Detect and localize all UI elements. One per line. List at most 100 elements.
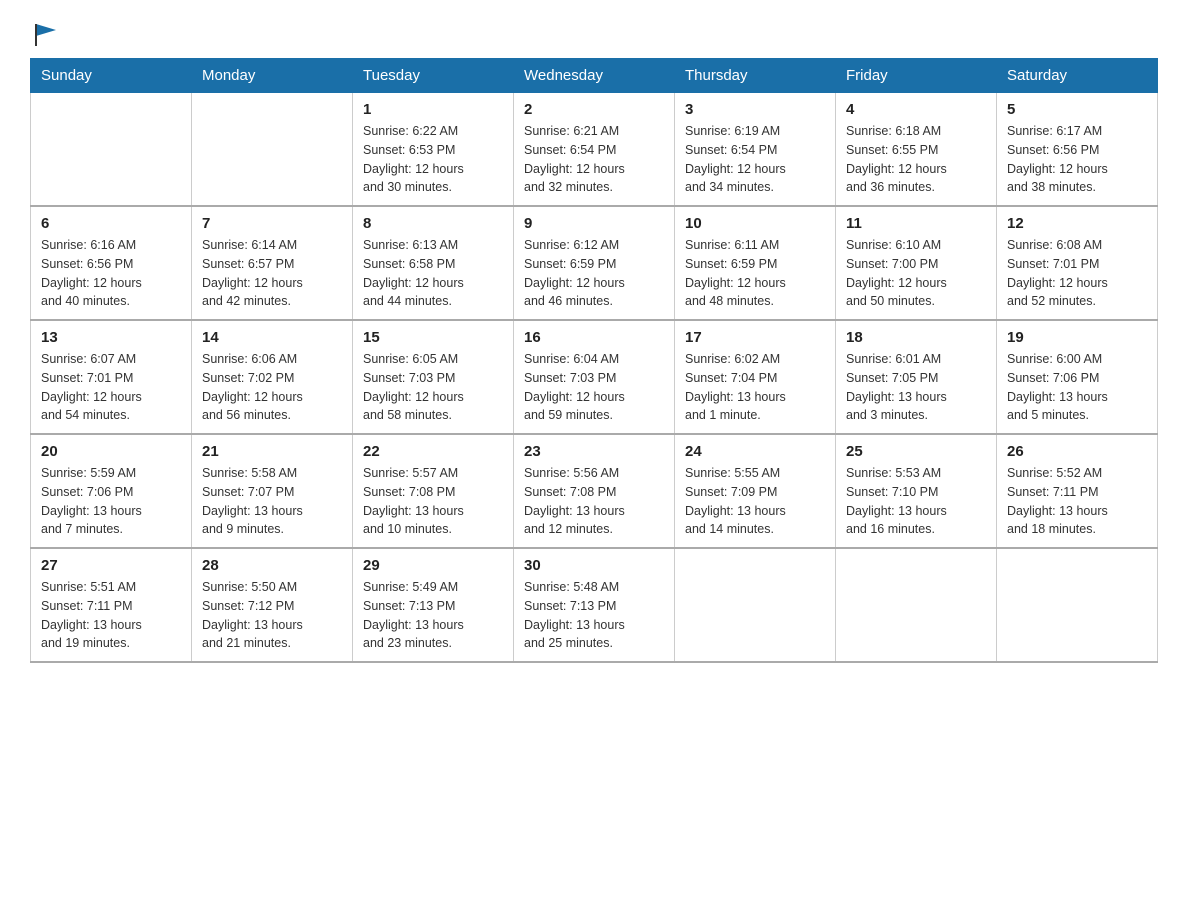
day-number: 5 [1007, 101, 1147, 118]
calendar-cell: 19Sunrise: 6:00 AM Sunset: 7:06 PM Dayli… [997, 320, 1158, 434]
calendar-cell: 15 Sunrise: 6:05 AM Sunset: 7:03 PM Dayli… [353, 320, 514, 434]
calendar-week-row: 27 Sunrise: 5:51 AM Sunset: 7:11 PM Dayli… [31, 548, 1158, 662]
day-number: 14 [202, 329, 342, 346]
day-number: 15 [363, 329, 503, 346]
day-info: Sunrise: 6:01 AM Sunset: 7:05 PM Dayligh… [846, 350, 986, 425]
calendar-cell: 7 Sunrise: 6:14 AM Sunset: 6:57 PM Daylig… [192, 206, 353, 320]
day-number: 8 [363, 215, 503, 232]
day-info: Sunrise: 5:52 AM Sunset: 7:11 PM Dayligh… [1007, 464, 1147, 539]
day-info: Sunrise: 6:05 AM Sunset: 7:03 PM Dayligh… [363, 350, 503, 425]
calendar-cell: 28 Sunrise: 5:50 AM Sunset: 7:12 PM Dayli… [192, 548, 353, 662]
calendar-cell: 14 Sunrise: 6:06 AM Sunset: 7:02 PM Dayli… [192, 320, 353, 434]
calendar-cell: 24 Sunrise: 5:55 AM Sunset: 7:09 PM Dayli… [675, 434, 836, 548]
weekday-header-sunday: Sunday [31, 59, 192, 93]
day-number: 29 [363, 557, 503, 574]
day-info: Sunrise: 6:19 AM Sunset: 6:54 PM Dayligh… [685, 122, 825, 197]
logo-flag-icon [32, 20, 60, 48]
day-info: Sunrise: 6:18 AM Sunset: 6:55 PM Dayligh… [846, 122, 986, 197]
calendar-cell: 10Sunrise: 6:11 AM Sunset: 6:59 PM Dayli… [675, 206, 836, 320]
day-number: 22 [363, 443, 503, 460]
day-number: 11 [846, 215, 986, 232]
weekday-header-tuesday: Tuesday [353, 59, 514, 93]
calendar-cell [836, 548, 997, 662]
weekday-header-friday: Friday [836, 59, 997, 93]
day-number: 1 [363, 101, 503, 118]
day-number: 19 [1007, 329, 1147, 346]
day-info: Sunrise: 6:02 AM Sunset: 7:04 PM Dayligh… [685, 350, 825, 425]
calendar-cell: 1 Sunrise: 6:22 AM Sunset: 6:53 PM Daylig… [353, 93, 514, 207]
day-info: Sunrise: 6:14 AM Sunset: 6:57 PM Dayligh… [202, 236, 342, 311]
day-info: Sunrise: 6:12 AM Sunset: 6:59 PM Dayligh… [524, 236, 664, 311]
calendar-cell: 18 Sunrise: 6:01 AM Sunset: 7:05 PM Dayli… [836, 320, 997, 434]
day-info: Sunrise: 6:13 AM Sunset: 6:58 PM Dayligh… [363, 236, 503, 311]
calendar-cell: 21Sunrise: 5:58 AM Sunset: 7:07 PM Dayli… [192, 434, 353, 548]
calendar-cell: 5 Sunrise: 6:17 AM Sunset: 6:56 PM Daylig… [997, 93, 1158, 207]
calendar-cell: 17 Sunrise: 6:02 AM Sunset: 7:04 PM Dayli… [675, 320, 836, 434]
day-info: Sunrise: 5:50 AM Sunset: 7:12 PM Dayligh… [202, 578, 342, 653]
day-number: 16 [524, 329, 664, 346]
day-info: Sunrise: 6:21 AM Sunset: 6:54 PM Dayligh… [524, 122, 664, 197]
weekday-header-row: SundayMondayTuesdayWednesdayThursdayFrid… [31, 59, 1158, 93]
day-number: 25 [846, 443, 986, 460]
day-number: 6 [41, 215, 181, 232]
day-number: 9 [524, 215, 664, 232]
calendar-cell: 2 Sunrise: 6:21 AM Sunset: 6:54 PM Daylig… [514, 93, 675, 207]
day-info: Sunrise: 6:07 AM Sunset: 7:01 PM Dayligh… [41, 350, 181, 425]
day-info: Sunrise: 5:58 AM Sunset: 7:07 PM Dayligh… [202, 464, 342, 539]
calendar-cell: 25 Sunrise: 5:53 AM Sunset: 7:10 PM Dayli… [836, 434, 997, 548]
calendar-cell: 26 Sunrise: 5:52 AM Sunset: 7:11 PM Dayli… [997, 434, 1158, 548]
calendar-cell: 23Sunrise: 5:56 AM Sunset: 7:08 PM Dayli… [514, 434, 675, 548]
day-number: 28 [202, 557, 342, 574]
day-number: 24 [685, 443, 825, 460]
calendar-cell [997, 548, 1158, 662]
day-number: 3 [685, 101, 825, 118]
calendar-cell: 9 Sunrise: 6:12 AM Sunset: 6:59 PM Daylig… [514, 206, 675, 320]
calendar-cell: 29 Sunrise: 5:49 AM Sunset: 7:13 PM Dayli… [353, 548, 514, 662]
day-number: 26 [1007, 443, 1147, 460]
day-info: Sunrise: 5:49 AM Sunset: 7:13 PM Dayligh… [363, 578, 503, 653]
calendar-cell: 8 Sunrise: 6:13 AM Sunset: 6:58 PM Daylig… [353, 206, 514, 320]
calendar-cell: 6 Sunrise: 6:16 AM Sunset: 6:56 PM Daylig… [31, 206, 192, 320]
calendar-week-row: 1 Sunrise: 6:22 AM Sunset: 6:53 PM Daylig… [31, 93, 1158, 207]
day-info: Sunrise: 5:53 AM Sunset: 7:10 PM Dayligh… [846, 464, 986, 539]
day-info: Sunrise: 5:55 AM Sunset: 7:09 PM Dayligh… [685, 464, 825, 539]
day-number: 12 [1007, 215, 1147, 232]
logo [30, 20, 60, 48]
weekday-header-thursday: Thursday [675, 59, 836, 93]
day-number: 7 [202, 215, 342, 232]
calendar-cell [675, 548, 836, 662]
weekday-header-wednesday: Wednesday [514, 59, 675, 93]
calendar-cell: 13 Sunrise: 6:07 AM Sunset: 7:01 PM Dayli… [31, 320, 192, 434]
day-number: 13 [41, 329, 181, 346]
day-info: Sunrise: 6:22 AM Sunset: 6:53 PM Dayligh… [363, 122, 503, 197]
day-number: 27 [41, 557, 181, 574]
day-number: 2 [524, 101, 664, 118]
day-number: 17 [685, 329, 825, 346]
calendar-table: SundayMondayTuesdayWednesdayThursdayFrid… [30, 58, 1158, 663]
day-info: Sunrise: 5:57 AM Sunset: 7:08 PM Dayligh… [363, 464, 503, 539]
day-info: Sunrise: 6:17 AM Sunset: 6:56 PM Dayligh… [1007, 122, 1147, 197]
day-info: Sunrise: 6:08 AM Sunset: 7:01 PM Dayligh… [1007, 236, 1147, 311]
weekday-header-monday: Monday [192, 59, 353, 93]
calendar-cell: 16 Sunrise: 6:04 AM Sunset: 7:03 PM Dayli… [514, 320, 675, 434]
calendar-cell: 27 Sunrise: 5:51 AM Sunset: 7:11 PM Dayli… [31, 548, 192, 662]
day-number: 10 [685, 215, 825, 232]
day-info: Sunrise: 5:51 AM Sunset: 7:11 PM Dayligh… [41, 578, 181, 653]
day-info: Sunrise: 6:10 AM Sunset: 7:00 PM Dayligh… [846, 236, 986, 311]
calendar-cell: 3 Sunrise: 6:19 AM Sunset: 6:54 PM Daylig… [675, 93, 836, 207]
day-info: Sunrise: 6:04 AM Sunset: 7:03 PM Dayligh… [524, 350, 664, 425]
calendar-cell: 20 Sunrise: 5:59 AM Sunset: 7:06 PM Dayli… [31, 434, 192, 548]
calendar-cell [31, 93, 192, 207]
page-header [30, 20, 1158, 48]
day-info: Sunrise: 6:16 AM Sunset: 6:56 PM Dayligh… [41, 236, 181, 311]
day-info: Sunrise: 6:06 AM Sunset: 7:02 PM Dayligh… [202, 350, 342, 425]
calendar-cell: 11 Sunrise: 6:10 AM Sunset: 7:00 PM Dayli… [836, 206, 997, 320]
day-info: Sunrise: 5:56 AM Sunset: 7:08 PM Dayligh… [524, 464, 664, 539]
day-number: 18 [846, 329, 986, 346]
calendar-cell: 4Sunrise: 6:18 AM Sunset: 6:55 PM Daylig… [836, 93, 997, 207]
calendar-week-row: 6 Sunrise: 6:16 AM Sunset: 6:56 PM Daylig… [31, 206, 1158, 320]
day-number: 20 [41, 443, 181, 460]
day-info: Sunrise: 5:59 AM Sunset: 7:06 PM Dayligh… [41, 464, 181, 539]
calendar-cell [192, 93, 353, 207]
calendar-cell: 12 Sunrise: 6:08 AM Sunset: 7:01 PM Dayli… [997, 206, 1158, 320]
